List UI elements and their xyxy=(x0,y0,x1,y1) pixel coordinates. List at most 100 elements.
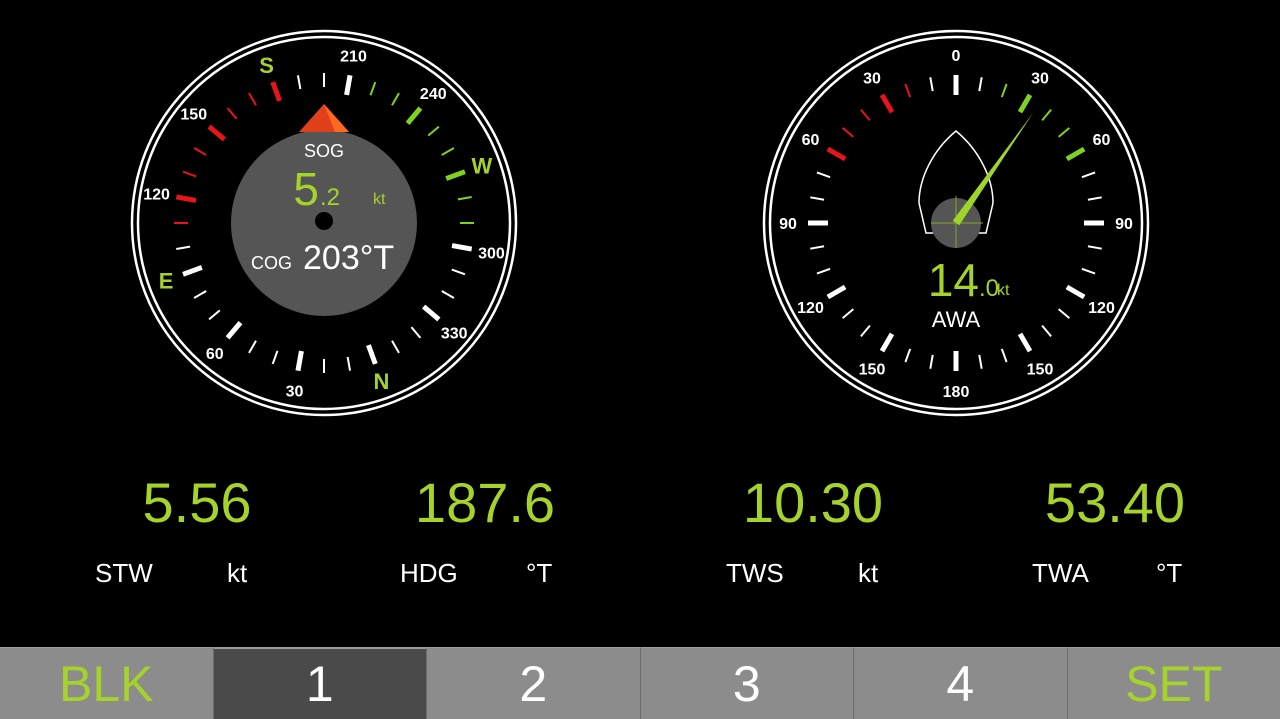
sog-unit: kt xyxy=(373,191,386,208)
wind-tick xyxy=(1017,93,1033,114)
wind-tick xyxy=(860,108,871,121)
page-2-button[interactable]: 2 xyxy=(427,647,641,719)
compass-degree-label: 30 xyxy=(286,383,304,400)
page-4-button[interactable]: 4 xyxy=(854,647,1068,719)
tws-value: 10.30 xyxy=(742,471,884,534)
wind-angle-label: 30 xyxy=(863,71,881,88)
compass-degree-label: 60 xyxy=(206,346,224,363)
compass-degree-label: 330 xyxy=(441,325,468,342)
twa-unit: °T xyxy=(1156,558,1183,588)
compass-cardinal-label: W xyxy=(471,154,492,179)
compass-tick xyxy=(405,106,423,126)
hdg-readout: 187.6 HDG °T xyxy=(360,470,680,600)
wind-angle-label: 60 xyxy=(1093,132,1111,149)
compass-tick xyxy=(366,344,378,365)
compass-cardinal-label: N xyxy=(374,369,390,394)
bottom-nav-bar: BLK 1 2 3 4 SET xyxy=(0,647,1280,719)
compass-tick xyxy=(451,268,466,276)
wind-speed-fraction: .0 xyxy=(979,275,999,302)
wind-tick xyxy=(1081,267,1096,275)
wind-tick xyxy=(1058,308,1071,319)
cog-value: 203°T xyxy=(303,239,394,277)
compass-tick xyxy=(296,75,302,90)
blk-button[interactable]: BLK xyxy=(0,647,214,719)
compass-tick xyxy=(182,265,203,277)
compass-tick xyxy=(441,147,455,156)
compass-degree-label: 120 xyxy=(143,186,170,203)
wind-tick xyxy=(1065,146,1086,162)
wind-angle-label: 0 xyxy=(952,48,961,65)
compass-tick xyxy=(391,340,400,354)
wind-needle-icon xyxy=(952,112,1034,226)
wind-tick xyxy=(816,171,831,179)
wind-angle-label: 150 xyxy=(1027,361,1054,378)
compass-tick xyxy=(270,81,282,102)
compass-tick xyxy=(193,290,207,299)
compass-tick xyxy=(344,74,353,96)
wind-speed-whole: 14 xyxy=(928,254,979,306)
awa-label: AWA xyxy=(932,307,981,332)
wind-tick xyxy=(879,332,895,353)
wind-tick xyxy=(879,93,895,114)
wind-angle-label: 30 xyxy=(1031,71,1049,88)
wind-angle-label: 150 xyxy=(859,361,886,378)
tws-readout: 10.30 TWS kt xyxy=(688,470,1008,600)
set-button[interactable]: SET xyxy=(1067,647,1280,719)
wind-tick xyxy=(1081,171,1096,179)
wind-tick xyxy=(1087,196,1102,201)
compass-tick xyxy=(176,245,191,251)
page-3-button[interactable]: 3 xyxy=(640,647,854,719)
wind-tick xyxy=(810,245,825,250)
wind-angle-label: 90 xyxy=(779,216,797,233)
compass-tick xyxy=(410,326,422,339)
compass-tick xyxy=(248,92,257,106)
twa-readout: 53.40 TWA °T xyxy=(990,470,1280,600)
tws-unit: kt xyxy=(858,558,879,588)
wind-angle-label: 120 xyxy=(797,300,824,317)
compass-tick xyxy=(175,194,197,203)
wind-tick xyxy=(826,284,847,300)
compass-tick xyxy=(208,309,221,321)
wind-tick xyxy=(841,308,854,319)
wind-tick xyxy=(810,196,825,201)
hdg-label: HDG xyxy=(400,558,458,588)
wind-tick xyxy=(978,77,983,92)
stw-label: STW xyxy=(95,558,153,588)
wind-angle-label: 90 xyxy=(1115,216,1133,233)
wind-tick xyxy=(1058,127,1071,138)
compass-dial: S W N E 210 240 300 330 30 60 120 150 SOG 5 .2 kt C… xyxy=(130,29,518,417)
compass-degree-label: 150 xyxy=(180,107,207,124)
wind-tick xyxy=(1000,348,1008,363)
compass-tick xyxy=(451,243,473,252)
twa-label: TWA xyxy=(1032,558,1089,588)
compass-tick xyxy=(193,147,207,156)
wind-tick xyxy=(841,127,854,138)
compass-tick xyxy=(182,170,197,178)
compass-tick xyxy=(295,350,304,372)
wind-tick xyxy=(1041,108,1052,121)
compass-degree-label: 210 xyxy=(340,49,367,66)
twa-value: 53.40 xyxy=(1044,471,1186,534)
compass-tick xyxy=(271,350,279,365)
compass-tick xyxy=(457,195,472,201)
compass-degree-label: 300 xyxy=(478,246,505,263)
wind-tick xyxy=(978,354,983,369)
compass-tick xyxy=(427,125,440,137)
compass-tick xyxy=(421,304,441,322)
compass-tick xyxy=(445,169,466,181)
wind-dial: 0 30 60 90 120 150 180 150 120 90 60 30 14 .0 kt AW… xyxy=(762,29,1150,417)
wind-angle-label: 180 xyxy=(943,384,970,401)
compass-tick xyxy=(226,107,238,120)
sog-value-fraction: .2 xyxy=(320,184,340,211)
wind-tick xyxy=(904,348,912,363)
compass-degree-label: 240 xyxy=(420,86,447,103)
sog-label: SOG xyxy=(304,141,344,161)
wind-tick xyxy=(816,267,831,275)
compass-tick xyxy=(441,290,455,299)
compass-cardinal-label: S xyxy=(259,53,274,78)
cog-label: COG xyxy=(251,253,292,273)
tws-label: TWS xyxy=(726,558,784,588)
wind-tick xyxy=(860,325,871,338)
page-1-button[interactable]: 1 xyxy=(213,647,427,719)
wind-tick xyxy=(1000,83,1008,98)
